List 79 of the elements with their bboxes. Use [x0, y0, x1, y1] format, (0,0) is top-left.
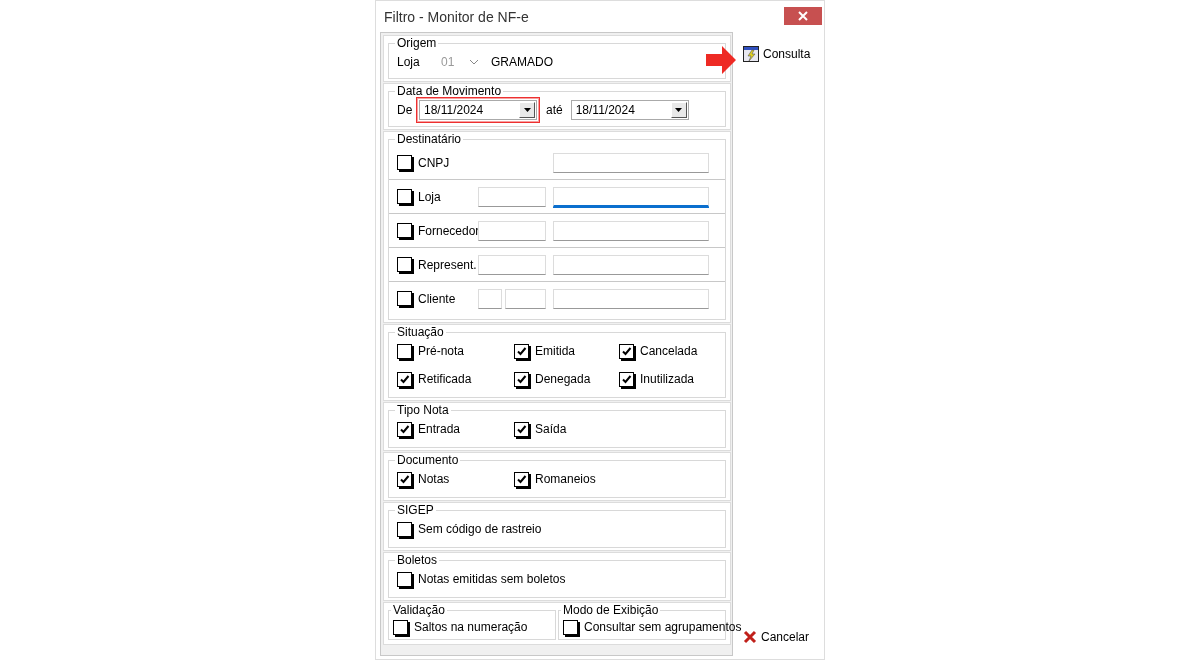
input-field[interactable] [553, 254, 709, 275]
input-field[interactable] [478, 220, 546, 241]
checkbox[interactable] [397, 343, 412, 359]
checkbox[interactable] [514, 371, 529, 387]
caret-icon [523, 108, 531, 112]
checkbox[interactable] [514, 343, 529, 359]
dropdown-button[interactable] [670, 102, 687, 118]
date-picker[interactable]: 18/11/2024 [570, 100, 689, 120]
checkbox-label: Fornecedor [418, 223, 478, 238]
input-field[interactable] [505, 288, 546, 309]
checkbox-label: Entrada [418, 422, 461, 436]
checkbox-label: Cliente [418, 291, 457, 306]
checkbox-label: Represent. [418, 257, 478, 272]
input-field[interactable] [478, 186, 546, 207]
checkbox[interactable] [397, 471, 412, 487]
dropdown-value: 01 [441, 55, 455, 69]
close-button[interactable] [784, 6, 822, 25]
group-title: Documento [396, 453, 460, 467]
checkbox[interactable] [397, 223, 412, 238]
date-value: 18/11/2024 [575, 103, 635, 117]
search-button[interactable]: Consulta [739, 42, 815, 66]
checkbox-label: Saída [535, 422, 567, 436]
field-label: até [546, 103, 563, 117]
checkbox[interactable] [397, 371, 412, 387]
checkbox[interactable] [619, 371, 634, 387]
store-name: GRAMADO [491, 55, 553, 69]
checkbox[interactable] [397, 521, 412, 537]
checkbox-label: Denegada [535, 372, 591, 386]
input-field[interactable] [553, 186, 709, 207]
date-picker[interactable]: 18/11/2024 [419, 100, 537, 120]
checkbox-label: Romaneios [535, 472, 596, 486]
checkbox-label: Retificada [418, 372, 472, 386]
checkbox-label: Emitida [535, 344, 575, 358]
input-field[interactable] [553, 152, 709, 173]
input-field[interactable] [553, 220, 709, 241]
field-label: Loja [397, 55, 421, 69]
field-label: De [397, 103, 414, 117]
checkbox-label: Saltos na numeração [414, 620, 528, 634]
checkbox-label: Cancelada [640, 344, 698, 358]
input-field[interactable] [553, 288, 709, 309]
checkbox[interactable] [563, 619, 578, 635]
checkbox-label: Notas [418, 472, 450, 486]
checkbox[interactable] [397, 189, 412, 204]
checkbox-label: Notas emitidas sem boletos [418, 572, 566, 586]
chevron-icon [469, 59, 479, 65]
close-icon [743, 630, 757, 644]
checkbox[interactable] [397, 291, 412, 306]
group-title: SIGEP [396, 503, 435, 517]
checkbox-label: Sem código de rastreio [418, 522, 542, 536]
checkbox[interactable] [397, 155, 412, 170]
checkbox[interactable] [393, 619, 408, 635]
checkbox[interactable] [514, 421, 529, 437]
input-field[interactable] [478, 254, 546, 275]
checkbox[interactable] [397, 571, 412, 587]
checkbox-label: Pré-nota [418, 344, 465, 358]
caret-icon [675, 108, 683, 112]
group-title: Origem [396, 36, 438, 50]
arrow-icon [706, 46, 736, 74]
group-title: Boletos [396, 553, 439, 567]
checkbox[interactable] [619, 343, 634, 359]
window-title: Filtro - Monitor de NF-e [384, 8, 529, 25]
group-title: Tipo Nota [396, 403, 450, 417]
checkbox-label: Loja [418, 189, 442, 204]
checkbox[interactable] [514, 471, 529, 487]
dropdown-button[interactable] [519, 102, 535, 118]
checkbox-label: Inutilizada [640, 372, 695, 386]
group-title: Modo de Exibição [562, 603, 660, 617]
checkbox-label: Consultar sem agrupamentos [584, 620, 742, 634]
lightning-icon [743, 46, 759, 62]
group-title: Data de Movimento [396, 84, 503, 98]
checkbox[interactable] [397, 257, 412, 272]
close-icon [798, 10, 808, 21]
group-title: Situação [396, 325, 445, 339]
checkbox[interactable] [397, 421, 412, 437]
input-field[interactable] [478, 288, 502, 309]
group-title: Validação [392, 603, 446, 617]
group-title: Destinatário [396, 132, 463, 146]
date-value: 18/11/2024 [424, 103, 484, 117]
checkbox-label: CNPJ [418, 155, 451, 170]
